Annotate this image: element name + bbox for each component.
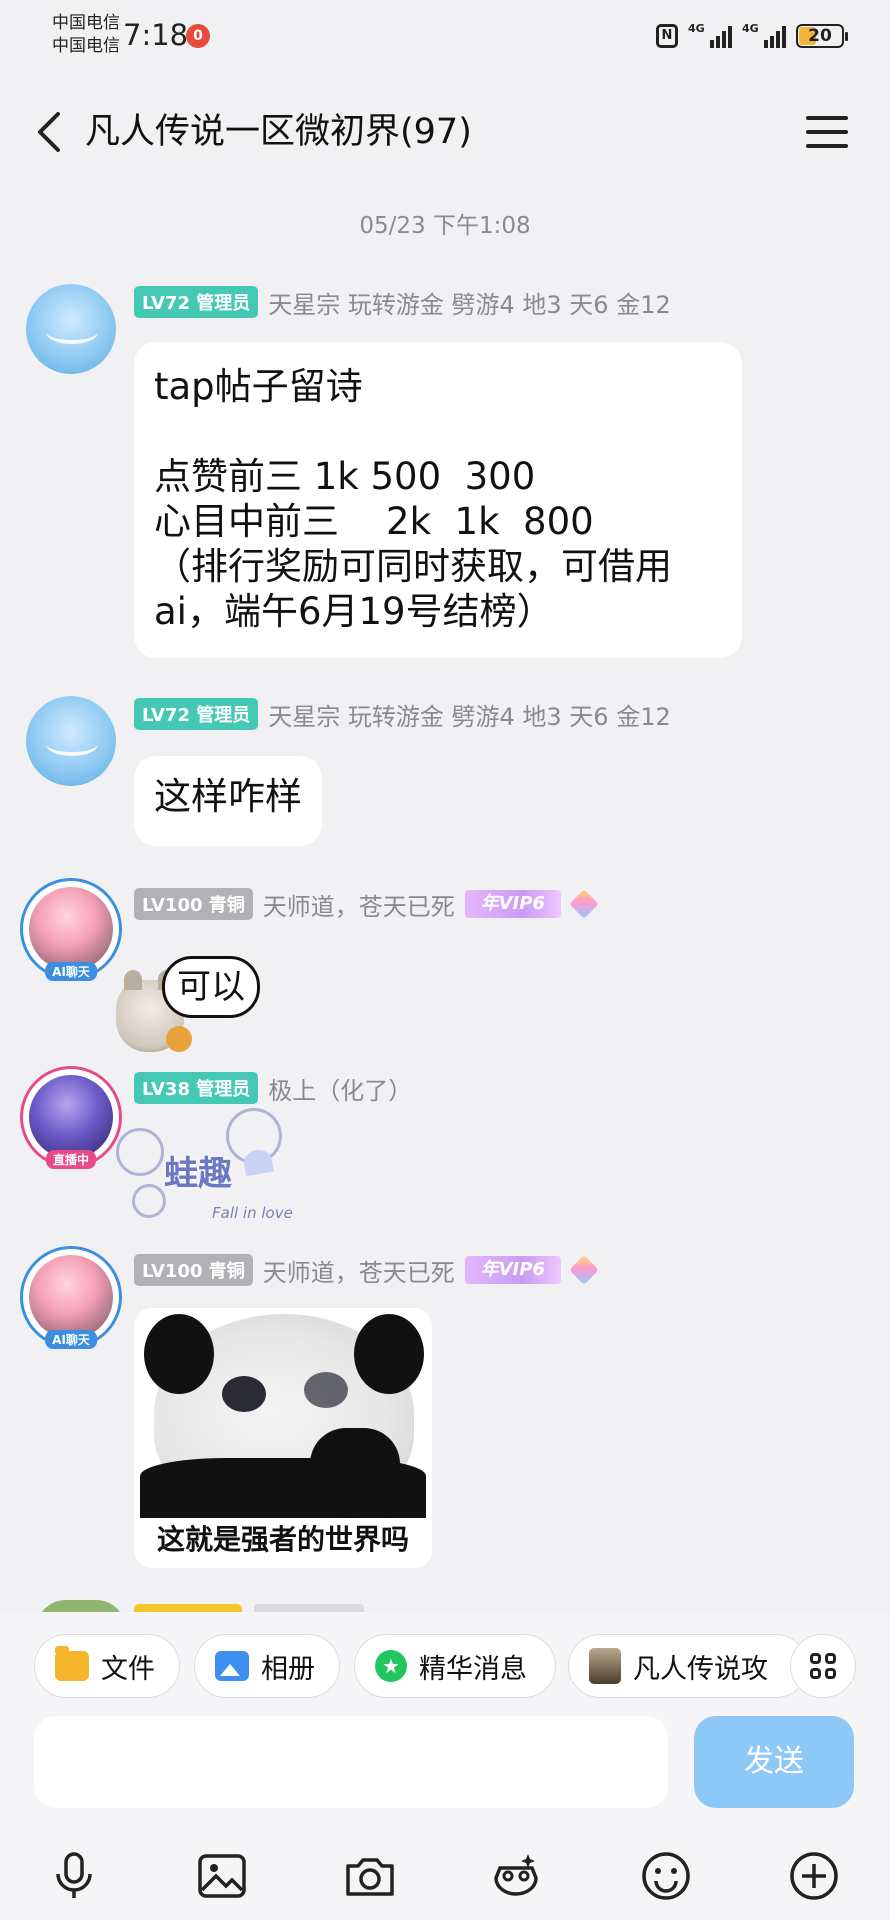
coin-icon bbox=[166, 1026, 192, 1052]
sender-name[interactable]: 天师道，苍天已死 bbox=[263, 887, 455, 922]
microphone-icon[interactable] bbox=[46, 1848, 102, 1904]
chat-header: 凡人传说一区微初界(97) bbox=[0, 80, 890, 184]
level-badge: LV72 管理员 bbox=[134, 698, 259, 730]
live-tag: 直播中 bbox=[45, 1150, 97, 1169]
chip-label: 凡人传说攻 bbox=[633, 1653, 768, 1685]
sender-meta: LV100 青铜 天师道，苍天已死 年VIP6 bbox=[134, 1253, 599, 1288]
message-line: （排行奖励可同时获取，可借用 bbox=[154, 545, 672, 588]
gem-icon bbox=[569, 889, 599, 919]
ai-chat-tag: AI聊天 bbox=[45, 962, 97, 981]
signal-icon-1: 4G bbox=[688, 22, 732, 48]
sender-name[interactable]: 天师道，苍天已死 bbox=[263, 1253, 455, 1288]
group-title[interactable]: 凡人传说一区微初界(97) bbox=[85, 108, 472, 156]
message-line: ai，端午6月19号结榜） bbox=[154, 590, 554, 633]
battery-level: 20 bbox=[808, 26, 832, 46]
send-button[interactable]: 发送 bbox=[694, 1716, 854, 1808]
sticker-message[interactable]: 可以 bbox=[116, 950, 266, 1060]
message-line: 这样咋样 bbox=[154, 775, 302, 818]
carrier-labels: 中国电信 中国电信 bbox=[52, 12, 120, 58]
vip-badge: 年VIP6 bbox=[464, 890, 561, 918]
sender-meta: LV72 管理员 天星宗 玩转游金 劈游4 地3 天6 金12 bbox=[134, 697, 671, 732]
quick-action-game[interactable]: 凡人传说攻 bbox=[568, 1634, 808, 1698]
folder-icon bbox=[55, 1646, 89, 1681]
sender-name[interactable]: 极上（化了） bbox=[268, 1071, 412, 1106]
battery-icon: 20 bbox=[796, 24, 848, 48]
plus-icon[interactable] bbox=[786, 1848, 842, 1904]
signal-icon-2: 4G bbox=[742, 22, 786, 48]
chip-label: 相册 bbox=[261, 1653, 315, 1685]
level-badge: LV100 青铜 bbox=[134, 888, 253, 920]
album-icon bbox=[215, 1651, 249, 1681]
status-bar: 中国电信 中国电信 7:18 0 N 4G 4G 20 bbox=[0, 0, 890, 72]
avatar[interactable] bbox=[26, 284, 116, 374]
carrier-2: 中国电信 bbox=[52, 36, 120, 56]
level-badge: LV38 管理员 bbox=[134, 1072, 259, 1104]
ai-chat-tag: AI聊天 bbox=[45, 1330, 97, 1349]
gem-icon bbox=[569, 1255, 599, 1285]
status-time: 7:18 bbox=[123, 18, 189, 52]
sender-name[interactable]: 天星宗 玩转游金 劈游4 地3 天6 金12 bbox=[268, 697, 671, 732]
star-icon: ★ bbox=[375, 1650, 407, 1682]
network-type-1: 4G bbox=[688, 22, 705, 35]
quick-action-files[interactable]: 文件 bbox=[34, 1634, 180, 1698]
meme-image[interactable]: 这就是强者的世界吗 bbox=[134, 1308, 432, 1568]
quick-action-album[interactable]: 相册 bbox=[194, 1634, 340, 1698]
game-icon bbox=[589, 1648, 621, 1684]
level-badge: LV100 青铜 bbox=[134, 1254, 253, 1286]
status-indicators: N 4G 4G 20 bbox=[656, 22, 848, 50]
vip-badge: 年VIP6 bbox=[464, 1256, 561, 1284]
sticker-text: 蛙趣 bbox=[164, 1154, 232, 1194]
sticker-icon[interactable] bbox=[488, 1848, 544, 1904]
level-badge: LV72 管理员 bbox=[134, 286, 259, 318]
sticker-text: 可以 bbox=[162, 956, 260, 1018]
sticker-message[interactable]: 蛙趣 Fall in love bbox=[116, 1108, 296, 1228]
message-line: tap帖子留诗 bbox=[154, 365, 363, 408]
more-actions-button[interactable] bbox=[790, 1634, 856, 1698]
avatar[interactable]: AI聊天 bbox=[20, 1246, 122, 1349]
carrier-1: 中国电信 bbox=[52, 13, 120, 33]
message-bubble[interactable]: 这样咋样 bbox=[134, 756, 322, 846]
image-icon[interactable] bbox=[194, 1848, 250, 1904]
sender-meta: LV100 青铜 天师道，苍天已死 年VIP6 bbox=[134, 887, 599, 922]
chip-label: 精华消息 bbox=[419, 1653, 527, 1685]
sender-name[interactable]: 天星宗 玩转游金 劈游4 地3 天6 金12 bbox=[268, 285, 671, 320]
chip-label: 文件 bbox=[101, 1653, 155, 1685]
sender-meta: LV38 管理员 极上（化了） bbox=[134, 1071, 412, 1106]
camera-icon[interactable] bbox=[342, 1848, 398, 1904]
grid-icon bbox=[810, 1653, 836, 1679]
message-input[interactable] bbox=[34, 1716, 668, 1808]
quick-action-bar: 文件 相册 ★ 精华消息 凡人传说攻 bbox=[34, 1634, 890, 1700]
input-toolbar bbox=[0, 1834, 890, 1914]
input-panel: 文件 相册 ★ 精华消息 凡人传说攻 发送 bbox=[0, 1612, 890, 1920]
message-timestamp: 05/23 下午1:08 bbox=[359, 213, 531, 239]
emoji-icon[interactable] bbox=[638, 1848, 694, 1904]
avatar[interactable]: 直播中 bbox=[20, 1066, 122, 1169]
network-type-2: 4G bbox=[742, 22, 759, 35]
meme-caption: 这就是强者的世界吗 bbox=[156, 1523, 409, 1556]
notification-badge: 0 bbox=[186, 24, 210, 48]
message-line bbox=[154, 409, 722, 454]
message-line: 点赞前三 1k 500 300 bbox=[154, 455, 536, 498]
quick-action-highlights[interactable]: ★ 精华消息 bbox=[354, 1634, 556, 1698]
avatar[interactable]: AI聊天 bbox=[20, 878, 122, 981]
message-bubble[interactable]: tap帖子留诗 点赞前三 1k 500 300 心目中前三 2k 1k 800 … bbox=[134, 342, 742, 658]
menu-icon[interactable] bbox=[806, 116, 848, 148]
avatar[interactable] bbox=[26, 696, 116, 786]
sticker-subtext: Fall in love bbox=[212, 1204, 293, 1222]
sender-meta: LV72 管理员 天星宗 玩转游金 劈游4 地3 天6 金12 bbox=[134, 285, 671, 320]
message-line: 心目中前三 2k 1k 800 bbox=[154, 500, 594, 543]
nfc-icon: N bbox=[656, 24, 678, 48]
chevron-left-icon[interactable] bbox=[30, 108, 70, 156]
